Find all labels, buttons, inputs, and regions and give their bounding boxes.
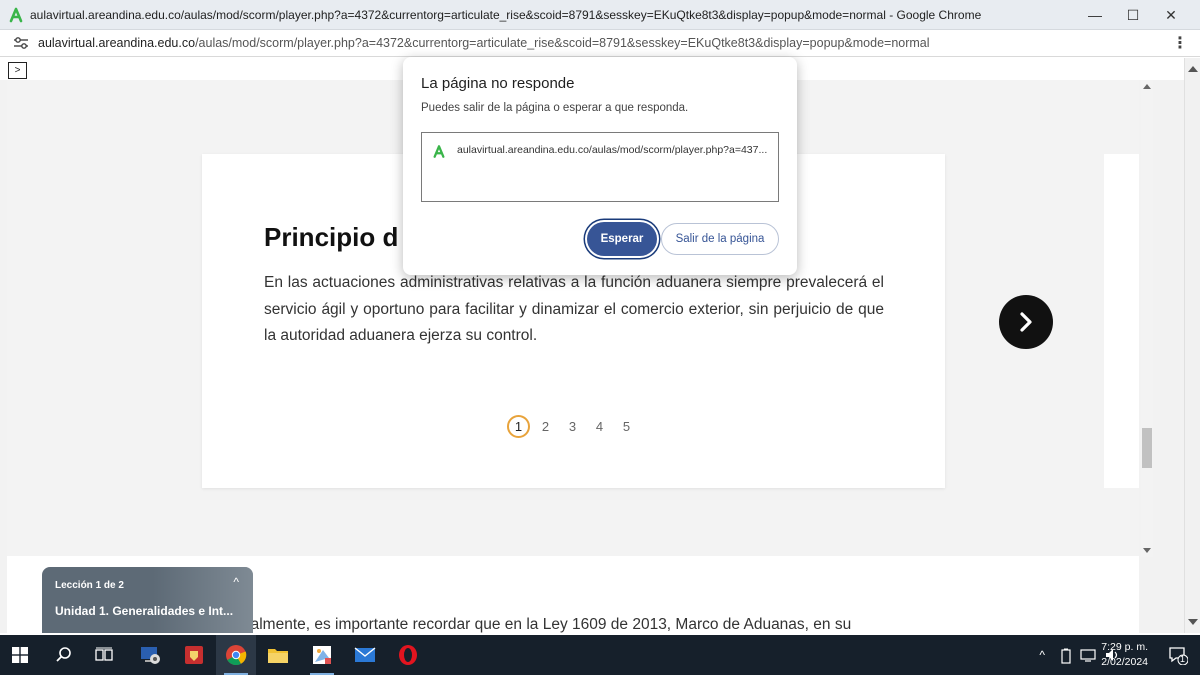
window-title: aulavirtual.areandina.edu.co/aulas/mod/s… bbox=[30, 8, 982, 22]
task-view-icon bbox=[95, 647, 113, 661]
lesson-counter: Lección 1 de 2 bbox=[55, 580, 124, 591]
maximize-button[interactable]: ☐ bbox=[1114, 0, 1152, 30]
network-icon[interactable] bbox=[1080, 648, 1096, 662]
pager-item-4[interactable]: 4 bbox=[588, 415, 611, 438]
card-body: En las actuaciones administrativas relat… bbox=[264, 274, 884, 344]
task-view-button[interactable] bbox=[84, 635, 124, 675]
taskbar-app-mail[interactable] bbox=[345, 635, 385, 675]
more-options-icon[interactable]: ⋮ bbox=[1172, 33, 1188, 53]
taskbar: ^ 7:29 p. m. 2/02/2024 1 bbox=[0, 635, 1200, 675]
wait-button[interactable]: Esperar bbox=[587, 222, 657, 256]
paint-icon bbox=[313, 646, 331, 664]
dialog-title: La página no responde bbox=[421, 75, 575, 92]
dialog-page-list: aulavirtual.areandina.edu.co/aulas/mod/s… bbox=[421, 132, 779, 202]
opera-icon bbox=[399, 645, 417, 665]
dialog-page-url: aulavirtual.areandina.edu.co/aulas/mod/s… bbox=[457, 144, 768, 156]
dialog-message: Puedes salir de la página o esperar a qu… bbox=[421, 102, 689, 114]
chrome-icon bbox=[226, 645, 247, 666]
page-unresponsive-dialog: La página no responde Puedes salir de la… bbox=[403, 57, 797, 275]
mail-icon bbox=[354, 647, 376, 662]
taskbar-app-explorer[interactable] bbox=[258, 635, 298, 675]
folder-icon bbox=[268, 649, 288, 663]
battery-icon[interactable] bbox=[1060, 648, 1072, 664]
search-icon bbox=[56, 647, 71, 662]
taskbar-app-paint[interactable] bbox=[302, 635, 342, 675]
taskbar-app-settings[interactable] bbox=[130, 635, 170, 675]
pager-item-5[interactable]: 5 bbox=[615, 415, 638, 438]
next-card-peek bbox=[1104, 154, 1139, 488]
close-button[interactable]: ✕ bbox=[1152, 0, 1190, 30]
windows-logo-icon bbox=[12, 647, 28, 663]
clock-date: 2/02/2024 bbox=[1101, 656, 1148, 668]
areandina-favicon-icon bbox=[433, 145, 445, 158]
card-pager: 1 2 3 4 5 bbox=[507, 415, 638, 438]
url-host: aulavirtual.areandina.edu.co bbox=[38, 36, 196, 50]
scroll-up-arrow-icon[interactable] bbox=[1143, 84, 1151, 89]
shield-app-icon bbox=[185, 646, 203, 664]
content-scrollbar[interactable] bbox=[1141, 80, 1153, 557]
leave-page-button[interactable]: Salir de la página bbox=[661, 223, 779, 255]
search-button[interactable] bbox=[44, 635, 84, 675]
lesson-navigator[interactable]: Lección 1 de 2 Unidad 1. Generalidades e… bbox=[42, 567, 253, 633]
scroll-down-icon[interactable] bbox=[1188, 619, 1198, 625]
card-heading: Principio d bbox=[264, 222, 399, 252]
pager-item-3[interactable]: 3 bbox=[561, 415, 584, 438]
lesson-title: Unidad 1. Generalidades e Int... bbox=[55, 604, 234, 618]
scroll-down-arrow-icon[interactable] bbox=[1143, 548, 1151, 553]
url-text[interactable]: aulavirtual.areandina.edu.co/aulas/mod/s… bbox=[38, 36, 930, 50]
page-scrollbar[interactable] bbox=[1184, 58, 1200, 633]
pager-item-1[interactable]: 1 bbox=[507, 415, 530, 438]
computer-shield-icon bbox=[141, 647, 160, 664]
pager-item-2[interactable]: 2 bbox=[534, 415, 557, 438]
scroll-up-icon[interactable] bbox=[1188, 66, 1198, 72]
notification-center-button[interactable]: 1 bbox=[1168, 645, 1189, 666]
next-slide-button[interactable] bbox=[999, 295, 1053, 349]
title-bar: aulavirtual.areandina.edu.co/aulas/mod/s… bbox=[0, 0, 1200, 30]
url-path: /aulas/mod/scorm/player.php?a=4372&curre… bbox=[195, 36, 930, 50]
chevron-right-icon bbox=[1020, 312, 1032, 332]
clock[interactable]: 7:29 p. m. 2/02/2024 bbox=[1101, 640, 1148, 670]
start-button[interactable] bbox=[0, 635, 40, 675]
system-tray: ^ 7:29 p. m. 2/02/2024 1 bbox=[1000, 635, 1200, 675]
clock-time: 7:29 p. m. bbox=[1101, 641, 1148, 653]
address-bar[interactable]: aulavirtual.areandina.edu.co/aulas/mod/s… bbox=[0, 30, 1200, 57]
site-settings-icon[interactable] bbox=[13, 36, 29, 50]
lower-paragraph: nalmente, es importante recordar que en … bbox=[242, 616, 852, 633]
minimize-button[interactable]: — bbox=[1076, 0, 1114, 30]
toc-toggle-button[interactable]: > bbox=[8, 62, 27, 79]
areandina-favicon-icon bbox=[9, 7, 23, 23]
taskbar-app-shield[interactable] bbox=[174, 635, 214, 675]
taskbar-app-chrome[interactable] bbox=[216, 635, 256, 675]
show-hidden-icons-icon[interactable]: ^ bbox=[1039, 648, 1045, 662]
content-scroll-thumb[interactable] bbox=[1142, 428, 1152, 468]
taskbar-app-opera[interactable] bbox=[388, 635, 428, 675]
chevron-up-icon[interactable]: ^ bbox=[233, 575, 239, 589]
notification-count: 1 bbox=[1180, 654, 1186, 664]
